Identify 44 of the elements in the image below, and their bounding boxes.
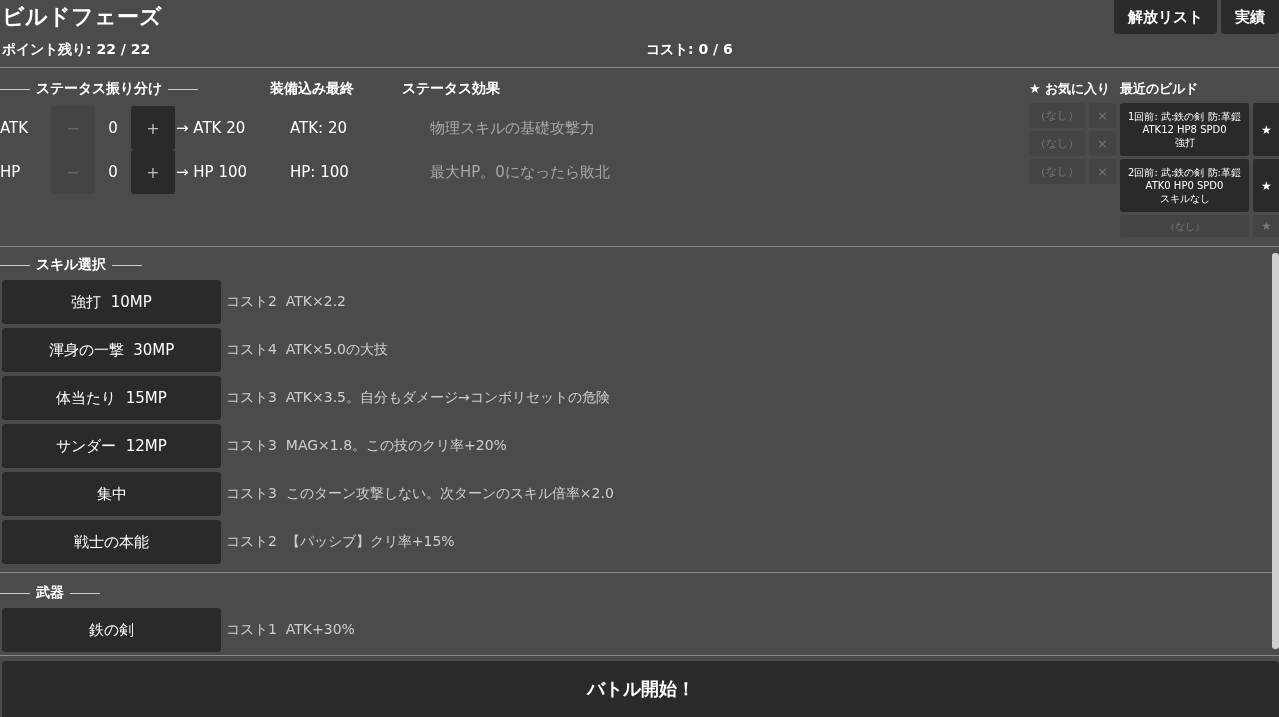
- stat-label: HP: [0, 163, 22, 181]
- option-button[interactable]: 強打 10MP: [2, 280, 221, 324]
- option-button[interactable]: 戦士の本能: [2, 520, 221, 564]
- option-description: コスト1 ATK+30%: [226, 621, 355, 639]
- section-heading: ステータス振り分け: [36, 80, 162, 98]
- option-description: コスト3 このターン攻撃しない。次ターンのスキル倍率×2.0: [226, 485, 614, 503]
- stat-preview: → HP 100: [175, 163, 249, 181]
- stat-points: 0: [107, 119, 119, 137]
- column-heading: ステータス効果: [402, 80, 500, 98]
- cost-counter: コスト: 0 / 6: [646, 40, 733, 59]
- option-description: コスト2 ATK×2.2: [226, 293, 347, 311]
- increase-button[interactable]: +: [131, 150, 175, 194]
- recent-build[interactable]: 1回前: 武:鉄の剣 防:革鎧 ATK12 HP8 SPD0 強打: [1120, 103, 1249, 156]
- increase-button[interactable]: +: [131, 106, 175, 150]
- option-description: コスト3 ATK×3.5。自分もダメージ→コンボリセットの危険: [226, 389, 610, 407]
- start-battle-button[interactable]: バトル開始！: [2, 661, 1279, 717]
- page-title: ビルドフェーズ: [2, 3, 163, 31]
- option-button[interactable]: 体当たり 15MP: [2, 376, 221, 420]
- stat-points: 0: [107, 163, 119, 181]
- option-button[interactable]: 集中: [2, 472, 221, 516]
- recent-build[interactable]: 2回前: 武:鉄の剣 防:革鎧 ATK0 HP0 SPD0 スキルなし: [1120, 159, 1249, 212]
- section-heading: スキル選択: [36, 256, 106, 274]
- option-button[interactable]: サンダー 12MP: [2, 424, 221, 468]
- favorite-star-button[interactable]: ★: [1253, 103, 1279, 156]
- final-stat: HP: 100: [290, 163, 350, 181]
- option-description: コスト4 ATK×5.0の大技: [226, 341, 389, 359]
- favorite-star-button[interactable]: ★: [1253, 159, 1279, 212]
- points-remaining: ポイント残り: 22 / 22: [2, 40, 152, 59]
- header-button[interactable]: 解放リスト: [1114, 0, 1217, 34]
- final-stat: ATK: 20: [290, 119, 348, 137]
- header-button[interactable]: 実績: [1221, 0, 1279, 34]
- scrollbar-thumb[interactable]: [1272, 253, 1279, 649]
- section-heading: 武器: [36, 584, 64, 602]
- option-description: コスト2 【パッシブ】クリ率+15%: [226, 533, 455, 551]
- stat-effect: 物理スキルの基礎攻撃力: [430, 118, 595, 138]
- stat-effect: 最大HP。0になったら敗北: [430, 162, 610, 182]
- option-button[interactable]: 鉄の剣: [2, 608, 221, 652]
- recent-builds-heading: 最近のビルド: [1120, 80, 1199, 98]
- option-description: コスト3 MAG×1.8。この技のクリ率+20%: [226, 437, 507, 455]
- option-button[interactable]: 渾身の一撃 30MP: [2, 328, 221, 372]
- column-heading: 装備込み最終: [270, 80, 354, 98]
- stat-preview: → ATK 20: [175, 119, 247, 137]
- favorites-heading: ★ お気に入り: [1029, 80, 1112, 98]
- stat-label: ATK: [0, 119, 30, 137]
